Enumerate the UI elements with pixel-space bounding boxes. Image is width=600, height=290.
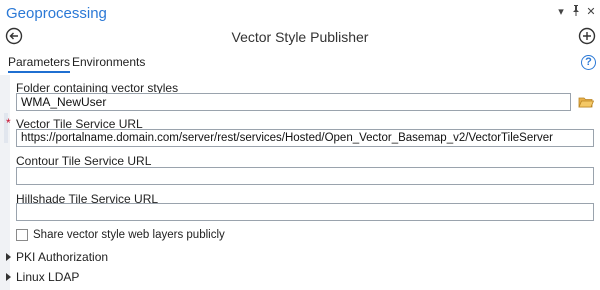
tab-environments[interactable]: Environments — [72, 55, 145, 71]
close-icon[interactable]: ✕ — [584, 4, 598, 20]
add-plus-circle-icon[interactable] — [578, 27, 598, 47]
tool-toolbar: Vector Style Publisher — [0, 26, 600, 50]
share-publicly-label: Share vector style web layers publicly — [33, 229, 225, 241]
vector-tile-url-field[interactable] — [16, 129, 594, 147]
group-pki-authorization[interactable]: PKI Authorization — [4, 250, 154, 266]
pane-title: Geoprocessing — [6, 5, 107, 22]
browse-folder-icon[interactable] — [578, 95, 595, 109]
tool-title: Vector Style Publisher — [231, 29, 369, 45]
expand-caret-icon — [6, 273, 11, 281]
contour-url-field[interactable] — [16, 167, 594, 185]
group-linux-ldap[interactable]: Linux LDAP — [4, 270, 154, 286]
tab-strip: Parameters Environments — [0, 53, 600, 73]
pane-header: Geoprocessing ▾ ✕ — [0, 0, 600, 26]
group-label: Linux LDAP — [16, 270, 80, 284]
required-star: * — [6, 116, 11, 130]
pane-options-icon[interactable]: ▾ — [554, 4, 568, 20]
share-publicly-checkbox[interactable] — [16, 229, 28, 241]
expand-caret-icon — [6, 253, 11, 261]
pin-icon[interactable] — [569, 4, 583, 20]
folder-field[interactable] — [16, 93, 571, 111]
contour-label: Contour Tile Service URL — [16, 154, 152, 168]
hillshade-url-field[interactable] — [16, 203, 594, 221]
group-label: PKI Authorization — [16, 250, 109, 264]
tab-parameters[interactable]: Parameters — [8, 55, 71, 73]
help-icon[interactable]: ? — [581, 55, 596, 70]
